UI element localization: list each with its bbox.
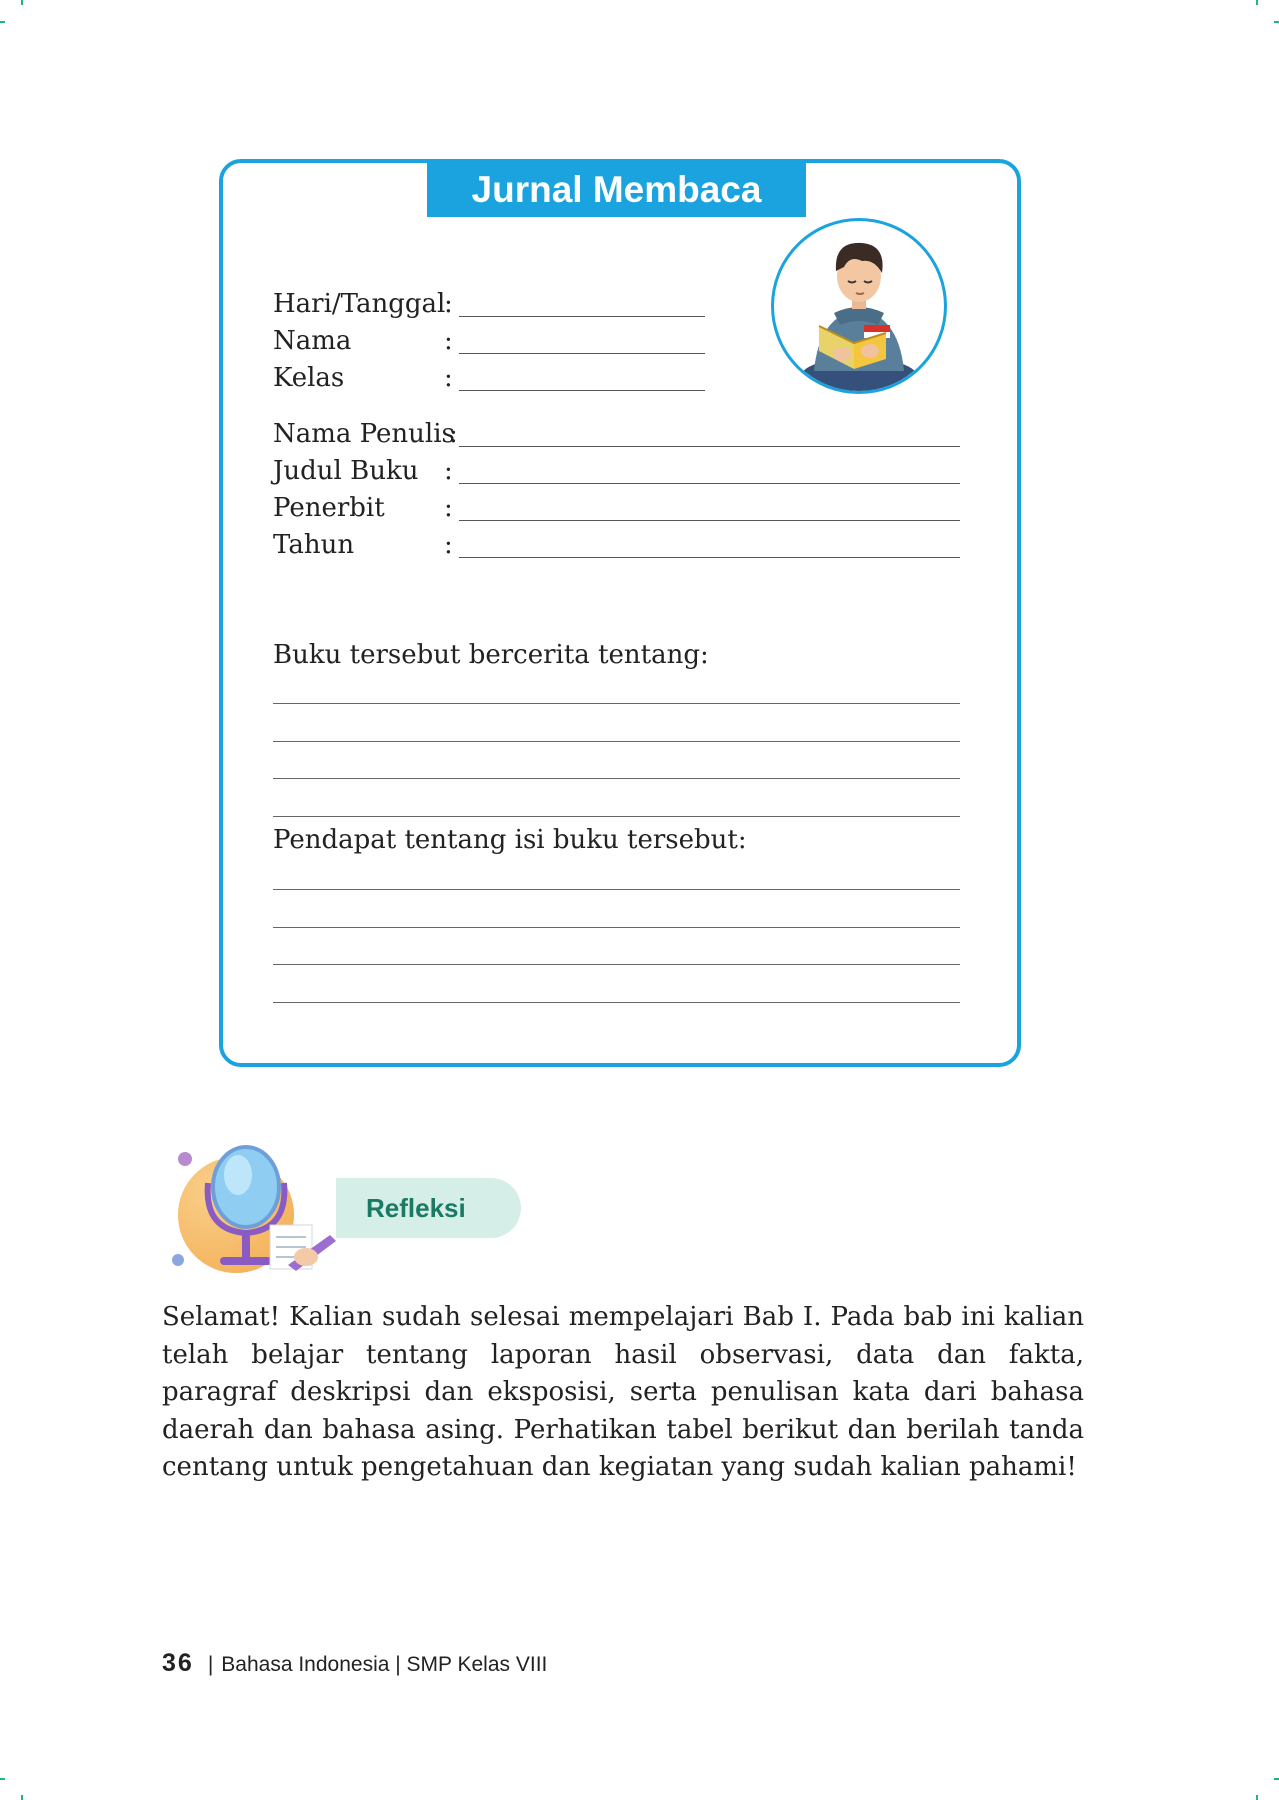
footer-separator: |	[207, 1653, 214, 1676]
crop-mark-top-right	[1256, 0, 1258, 5]
field-colon: :	[444, 456, 453, 486]
fill-in-line[interactable]	[459, 557, 960, 558]
writing-line[interactable]	[273, 741, 960, 742]
field-label: Hari/Tanggal	[273, 289, 446, 319]
crop-mark-bottom-right	[1256, 1795, 1258, 1800]
fill-in-line[interactable]	[459, 446, 960, 447]
crop-mark-top-right-h	[1274, 21, 1279, 23]
field-colon: :	[444, 493, 453, 523]
writing-line[interactable]	[273, 964, 960, 965]
crop-mark-bottom-right-h	[1274, 1778, 1279, 1780]
crop-mark-bottom-left	[21, 1795, 23, 1800]
mirror-reflection-icon	[168, 1135, 343, 1280]
field-label: Penerbit	[273, 493, 385, 523]
fill-in-line[interactable]	[459, 353, 705, 354]
crop-mark-bottom-left-h	[0, 1778, 5, 1780]
writing-line[interactable]	[273, 778, 960, 779]
writing-line[interactable]	[273, 889, 960, 890]
field-colon: :	[449, 419, 458, 449]
page-footer: 36 | Bahasa Indonesia | SMP Kelas VIII	[162, 1649, 547, 1678]
writing-line[interactable]	[273, 816, 960, 817]
field-colon: :	[444, 326, 453, 356]
page-number: 36	[162, 1649, 194, 1677]
journal-title: Jurnal Membaca	[427, 162, 806, 217]
field-colon: :	[444, 363, 453, 393]
reflection-heading: Refleksi	[336, 1178, 521, 1238]
fill-in-line[interactable]	[459, 390, 705, 391]
book-title: Bahasa Indonesia | SMP Kelas VIII	[221, 1653, 548, 1676]
boy-reading-illustration	[771, 218, 947, 394]
crop-mark-top-left-h	[0, 21, 5, 23]
writing-line[interactable]	[273, 1002, 960, 1003]
field-label: Nama Penulis	[273, 419, 455, 449]
fill-in-line[interactable]	[459, 520, 960, 521]
field-label: Tahun	[273, 530, 355, 560]
field-label: Kelas	[273, 363, 345, 393]
crop-mark-top-left	[21, 0, 23, 5]
fill-in-line[interactable]	[459, 483, 960, 484]
story-prompt: Buku tersebut bercerita tentang:	[273, 640, 709, 670]
opinion-prompt: Pendapat tentang isi buku tersebut:	[273, 825, 747, 855]
fill-in-line[interactable]	[459, 316, 705, 317]
writing-line[interactable]	[273, 927, 960, 928]
reflection-paragraph: Selamat! Kalian sudah selesai mempelajar…	[162, 1302, 1084, 1482]
field-label: Nama	[273, 326, 352, 356]
field-colon: :	[444, 530, 453, 560]
field-label: Judul Buku	[273, 456, 419, 486]
field-colon: :	[444, 289, 453, 319]
writing-line[interactable]	[273, 703, 960, 704]
